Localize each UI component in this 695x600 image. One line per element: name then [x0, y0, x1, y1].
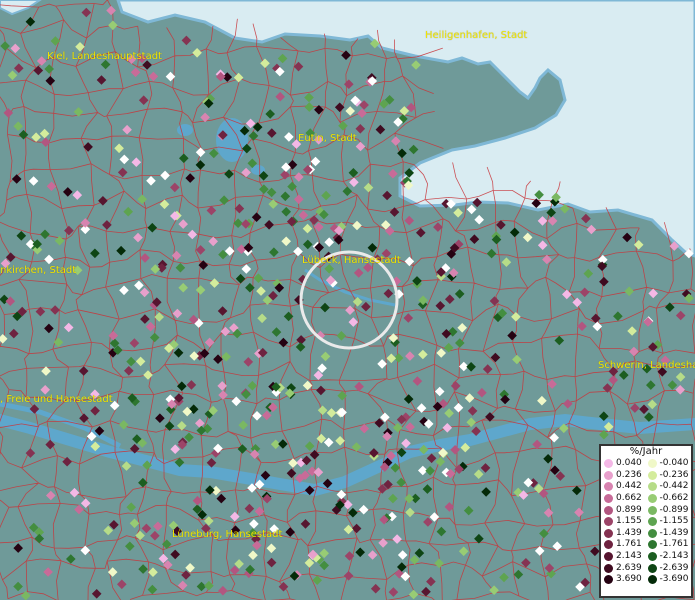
- legend-value: -1.439: [659, 527, 689, 538]
- place-label-luebeck[interactable]: Lübeck, Hansestadt: [302, 255, 401, 266]
- legend-entry: -2.639: [647, 562, 692, 574]
- legend-value: 0.662: [616, 493, 642, 504]
- legend-value: -2.143: [659, 551, 689, 562]
- place-label-heiligenhafen[interactable]: Heiligenhafen, Stadt: [425, 30, 527, 41]
- legend-swatch: [647, 563, 657, 573]
- legend-swatch: [604, 459, 613, 469]
- legend-swatch: [647, 528, 657, 538]
- legend-swatch: [647, 517, 657, 527]
- legend-title: %/Jahr: [629, 446, 663, 457]
- legend-swatch: [604, 528, 613, 538]
- legend-value: 0.236: [616, 469, 642, 480]
- map-canvas[interactable]: [0, 0, 695, 600]
- legend-entry: -1.155: [647, 516, 692, 528]
- legend-value: -0.662: [659, 493, 689, 504]
- legend-negative-column: -0.040 -0.236 -0.442 -0.662 -0.899 -1.155 -1.4…: [647, 458, 692, 586]
- legend-entry: 0.899: [604, 504, 648, 516]
- legend-entry: -3.690: [647, 574, 692, 586]
- place-label-kiel[interactable]: Kiel, Landeshauptstadt: [47, 51, 162, 62]
- legend-value: 2.639: [616, 562, 642, 573]
- legend-swatch: [647, 459, 657, 469]
- legend-swatch: [647, 470, 657, 480]
- place-label-schwerin[interactable]: Schwerin, Landeshau: [598, 360, 695, 371]
- legend-entry: 1.439: [604, 528, 648, 540]
- legend-swatch: [604, 470, 613, 480]
- legend-value: -3.690: [659, 574, 689, 585]
- legend-swatch: [647, 575, 657, 585]
- map-legend: %/Jahr 0.040 0.236 0.442 0.662 0.899 1.155 1.4…: [599, 444, 693, 598]
- legend-value: 0.899: [616, 504, 642, 515]
- legend-value: 0.040: [616, 458, 642, 469]
- place-label-hamburg[interactable]: , Freie und Hansestadt: [0, 394, 113, 405]
- legend-entry: -0.236: [647, 469, 692, 482]
- legend-value: 1.155: [616, 516, 642, 527]
- legend-entry: 0.236: [604, 470, 648, 482]
- lake: [177, 124, 193, 136]
- legend-value: -1.761: [659, 539, 689, 550]
- legend-entry: 1.155: [604, 516, 648, 528]
- legend-entry: -0.040: [647, 458, 692, 470]
- legend-swatch: [647, 552, 657, 562]
- legend-swatch: [647, 540, 657, 550]
- legend-value: 2.143: [616, 551, 642, 562]
- legend-swatch: [604, 552, 613, 562]
- legend-entry: -0.662: [647, 493, 692, 505]
- legend-entry: 0.662: [604, 493, 648, 505]
- legend-entry: 0.442: [604, 481, 648, 493]
- legend-swatch: [647, 505, 657, 515]
- place-label-lueneburg[interactable]: Lüneburg, Hansestadt: [172, 529, 282, 540]
- legend-swatch: [604, 563, 613, 573]
- place-label-eutin[interactable]: Eutin, Stadt: [298, 133, 357, 144]
- legend-swatch: [604, 575, 613, 585]
- legend-swatch: [604, 482, 613, 492]
- lake: [216, 118, 248, 162]
- map-view[interactable]: Kiel, Landeshauptstadt Heiligenhafen, St…: [0, 0, 695, 600]
- legend-value: 3.690: [616, 574, 642, 585]
- legend-swatch: [604, 517, 613, 527]
- legend-entry: -1.761: [647, 539, 692, 551]
- legend-swatch: [604, 505, 613, 515]
- legend-positive-column: 0.040 0.236 0.442 0.662 0.899 1.155 1.439 1.761…: [604, 458, 648, 586]
- legend-swatch: [604, 540, 613, 550]
- legend-value: -0.442: [659, 481, 689, 492]
- legend-entry: -1.439: [647, 527, 692, 540]
- legend-value: -2.639: [659, 562, 689, 573]
- legend-value: 0.442: [616, 481, 642, 492]
- legend-entry: 2.639: [604, 562, 648, 574]
- legend-entry: 0.040: [604, 458, 648, 470]
- legend-value: -1.155: [659, 516, 689, 527]
- legend-entry: -0.899: [647, 504, 692, 516]
- legend-value: 1.761: [616, 539, 642, 550]
- legend-value: -0.236: [659, 469, 689, 480]
- legend-swatch: [604, 494, 613, 504]
- legend-entry: 2.143: [604, 551, 648, 563]
- place-label-neumuenster[interactable]: nkirchen, Stadt: [0, 265, 76, 276]
- legend-entry: 3.690: [604, 574, 648, 586]
- legend-entry: 1.761: [604, 539, 648, 551]
- legend-swatch: [647, 494, 657, 504]
- legend-entry: -2.143: [647, 551, 692, 563]
- legend-value: 1.439: [616, 527, 642, 538]
- legend-value: -0.040: [659, 458, 689, 469]
- legend-value: -0.899: [659, 504, 689, 515]
- legend-entry: -0.442: [647, 481, 692, 493]
- legend-swatch: [647, 482, 657, 492]
